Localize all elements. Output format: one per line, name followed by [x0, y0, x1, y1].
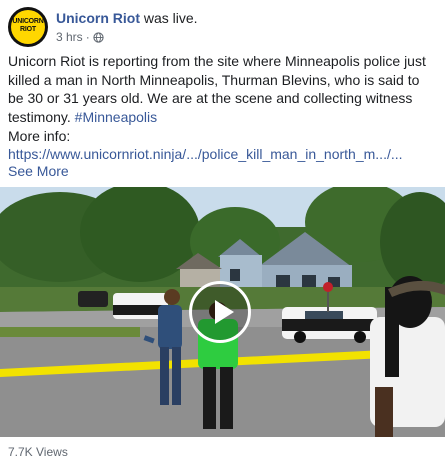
post-action-text: was live.	[140, 10, 198, 26]
play-button[interactable]	[189, 281, 251, 343]
post-timestamp[interactable]: 3 hrs	[56, 30, 83, 44]
avatar-logo-text: UNICORN RIOT	[12, 18, 44, 33]
post-message: Unicorn Riot is reporting from the site …	[8, 52, 436, 126]
view-count: 7.7K Views	[8, 445, 68, 459]
hashtag-link[interactable]: #Minneapolis	[75, 109, 158, 125]
page-avatar[interactable]: UNICORN RIOT	[8, 7, 48, 47]
see-more-link[interactable]: See More	[8, 162, 69, 181]
meta-separator: ·	[85, 30, 90, 44]
play-icon	[215, 300, 234, 324]
post-message-text: Unicorn Riot is reporting from the site …	[8, 53, 426, 125]
live-video[interactable]	[0, 187, 445, 437]
post-meta: 3 hrs ·	[56, 30, 104, 44]
more-info-label: More info:	[8, 128, 71, 144]
post-header: UNICORN RIOT Unicorn Riot was live. 3 hrs…	[8, 6, 438, 47]
post-title-line: Unicorn Riot was live.	[56, 10, 198, 26]
page-name-link[interactable]: Unicorn Riot	[56, 10, 140, 26]
globe-icon[interactable]	[93, 31, 104, 43]
